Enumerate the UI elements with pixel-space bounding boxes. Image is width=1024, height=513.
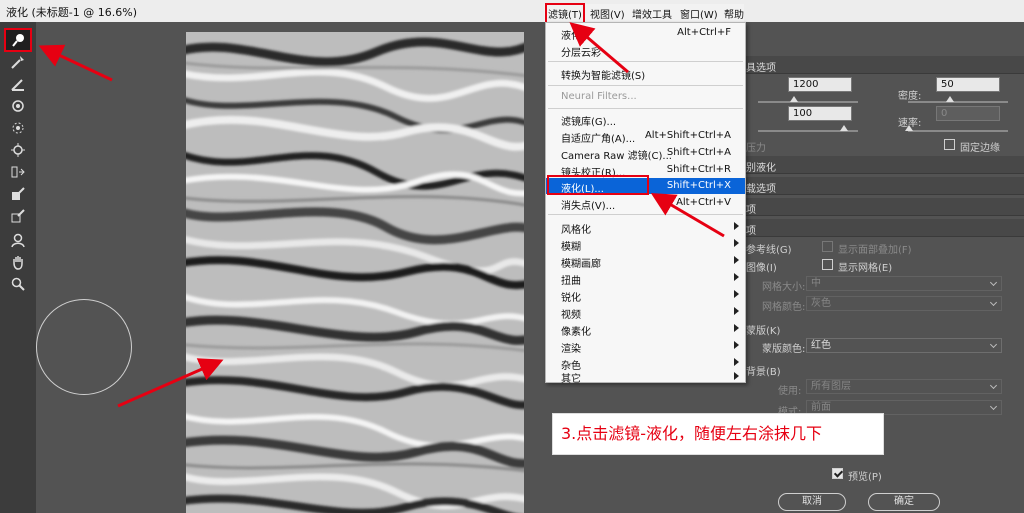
- menu-filter[interactable]: 滤镜(T): [545, 3, 585, 24]
- mesh-color-select[interactable]: 灰色: [806, 296, 1002, 311]
- liquify-toolbar: [0, 22, 36, 513]
- mask-color-label: 蒙版颜色:: [762, 344, 806, 355]
- thaw-mask-tool-icon[interactable]: [6, 206, 30, 226]
- reconstruct-tool-icon[interactable]: [6, 52, 30, 72]
- mesh-color-label: 网格颜色:: [762, 302, 806, 313]
- menu-separator: [548, 61, 743, 62]
- menu-view[interactable]: 视图(V): [590, 6, 625, 21]
- density-label: 密度:: [898, 91, 922, 102]
- ok-button[interactable]: 确定: [868, 493, 940, 511]
- menu-plugins[interactable]: 增效工具: [632, 6, 672, 21]
- rate-input[interactable]: 0: [936, 106, 1000, 121]
- mask-color-select[interactable]: 红色: [806, 338, 1002, 353]
- preview-checkbox[interactable]: [832, 468, 843, 479]
- menu-item-camera-raw[interactable]: Camera Raw 滤镜(C)... Shift+Ctrl+A: [546, 145, 745, 162]
- menu-item-blur-gallery[interactable]: 模糊画廊: [546, 253, 745, 270]
- pressure-text: 压力: [746, 143, 766, 154]
- hand-tool-icon[interactable]: [6, 252, 30, 272]
- pin-edges-checkbox[interactable]: [944, 139, 955, 150]
- backdrop-use-select[interactable]: 所有图层: [806, 379, 1002, 394]
- filter-dropdown-menu: 液化 Alt+Ctrl+F 分层云彩 转换为智能滤镜(S) Neural Filt…: [545, 22, 746, 385]
- show-mesh-checkbox[interactable]: [822, 259, 833, 270]
- pin-edges-label: 固定边缘: [960, 143, 1000, 154]
- density-slider[interactable]: [908, 101, 1008, 103]
- face-tool-icon[interactable]: [6, 230, 30, 250]
- menu-item-neural-filters[interactable]: Neural Filters...: [546, 89, 745, 105]
- push-left-tool-icon[interactable]: [6, 162, 30, 182]
- menu-item-adaptive-wide-angle[interactable]: 自适应广角(A)... Alt+Shift+Ctrl+A: [546, 128, 745, 145]
- title-bar: 液化 (未标题-1 @ 16.6%): [0, 0, 1024, 22]
- menu-item-distort[interactable]: 扭曲: [546, 270, 745, 287]
- instruction-note: 3.点击滤镜-液化，随便左右涂抹几下: [552, 413, 884, 455]
- smooth-tool-icon[interactable]: [6, 74, 30, 94]
- cancel-button[interactable]: 取消: [778, 493, 846, 511]
- menu-separator: [548, 214, 743, 215]
- menu-bar: 滤镜(T) 视图(V) 增效工具 窗口(W) 帮助: [544, 3, 744, 24]
- bloat-tool-icon[interactable]: [6, 140, 30, 160]
- menu-window[interactable]: 窗口(W): [680, 6, 718, 21]
- menu-separator: [548, 108, 743, 109]
- density-input[interactable]: 50: [936, 77, 1000, 92]
- twirl-tool-icon[interactable]: [6, 96, 30, 116]
- menu-item-convert-smart-filters[interactable]: 转换为智能滤镜(S): [546, 65, 745, 82]
- mesh-size-label: 网格大小:: [762, 282, 806, 293]
- brush-pressure-thumb[interactable]: [840, 125, 848, 131]
- menu-item-sharpen[interactable]: 锐化: [546, 287, 745, 304]
- menu-item-other[interactable]: 其它: [546, 369, 745, 385]
- density-thumb[interactable]: [946, 96, 954, 102]
- brush-size-slider[interactable]: [758, 101, 858, 103]
- forward-warp-tool-icon[interactable]: [4, 28, 32, 52]
- menu-separator: [548, 85, 743, 86]
- show-backdrop-label: 背景(B): [746, 367, 781, 378]
- window-title: 液化 (未标题-1 @ 16.6%): [6, 6, 137, 19]
- brush-size-input[interactable]: 1200: [788, 77, 852, 92]
- marble-texture: [186, 32, 524, 513]
- brush-size-circle: [36, 299, 132, 395]
- liquify-highlight-box: [547, 175, 649, 195]
- show-mask-label: 蒙版(K): [746, 326, 781, 337]
- use-label: 使用:: [778, 386, 802, 397]
- menu-help[interactable]: 帮助: [724, 6, 744, 21]
- face-overlay-checkbox[interactable]: [822, 241, 833, 252]
- show-image-label: 图像(I): [746, 263, 777, 274]
- pucker-tool-icon[interactable]: [6, 118, 30, 138]
- menu-item-stylize[interactable]: 风格化: [546, 219, 745, 236]
- menu-item-filter-gallery[interactable]: 滤镜库(G)...: [546, 111, 745, 128]
- menu-item-vanishing-point[interactable]: 消失点(V)... Alt+Ctrl+V: [546, 195, 745, 212]
- preview-label: 预览(P): [848, 472, 882, 483]
- menu-item-last-filter[interactable]: 液化 Alt+Ctrl+F: [546, 25, 745, 42]
- zoom-tool-icon[interactable]: [6, 274, 30, 294]
- show-guides-label: 参考线(G): [746, 245, 792, 256]
- liquified-image[interactable]: [186, 32, 524, 513]
- freeze-mask-tool-icon[interactable]: [6, 184, 30, 204]
- menu-item-difference-clouds[interactable]: 分层云彩: [546, 42, 745, 59]
- menu-item-video[interactable]: 视频: [546, 304, 745, 321]
- rate-slider[interactable]: [908, 130, 1008, 132]
- brush-pressure-input[interactable]: 100: [788, 106, 852, 121]
- show-mesh-label: 显示网格(E): [838, 263, 893, 274]
- menu-item-blur[interactable]: 模糊: [546, 236, 745, 253]
- menu-item-render[interactable]: 渲染: [546, 338, 745, 355]
- brush-size-thumb[interactable]: [790, 96, 798, 102]
- rate-thumb[interactable]: [905, 125, 913, 131]
- mesh-size-select[interactable]: 中: [806, 276, 1002, 291]
- menu-item-pixelate[interactable]: 像素化: [546, 321, 745, 338]
- face-overlay-label: 显示面部叠加(F): [838, 245, 912, 256]
